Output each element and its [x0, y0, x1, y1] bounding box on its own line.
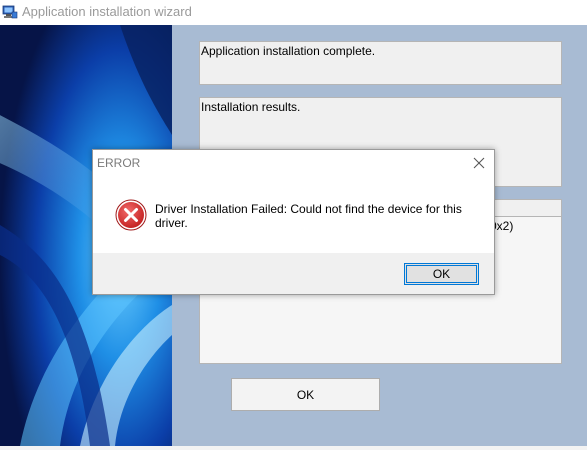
status-text: Application installation complete.: [201, 44, 376, 58]
error-dialog[interactable]: ERROR Driver Installation Failed: Could …: [92, 149, 495, 295]
computer-setup-icon: [2, 5, 18, 19]
dialog-message: Driver Installation Failed: Could not fi…: [155, 202, 462, 230]
dialog-body: Driver Installation Failed: Could not fi…: [93, 178, 494, 253]
window-title: Application installation wizard: [22, 4, 192, 19]
results-text: Installation results.: [201, 100, 301, 114]
dialog-title: ERROR: [97, 156, 141, 170]
window-bottom-edge: [0, 446, 587, 450]
main-ok-button[interactable]: OK: [231, 378, 380, 411]
status-field: Application installation complete.: [199, 41, 562, 85]
error-icon: [115, 199, 147, 231]
dialog-footer: OK: [93, 253, 494, 294]
close-icon[interactable]: [470, 154, 488, 172]
window-titlebar[interactable]: Application installation wizard: [0, 0, 587, 25]
dialog-ok-button[interactable]: OK: [404, 263, 479, 285]
